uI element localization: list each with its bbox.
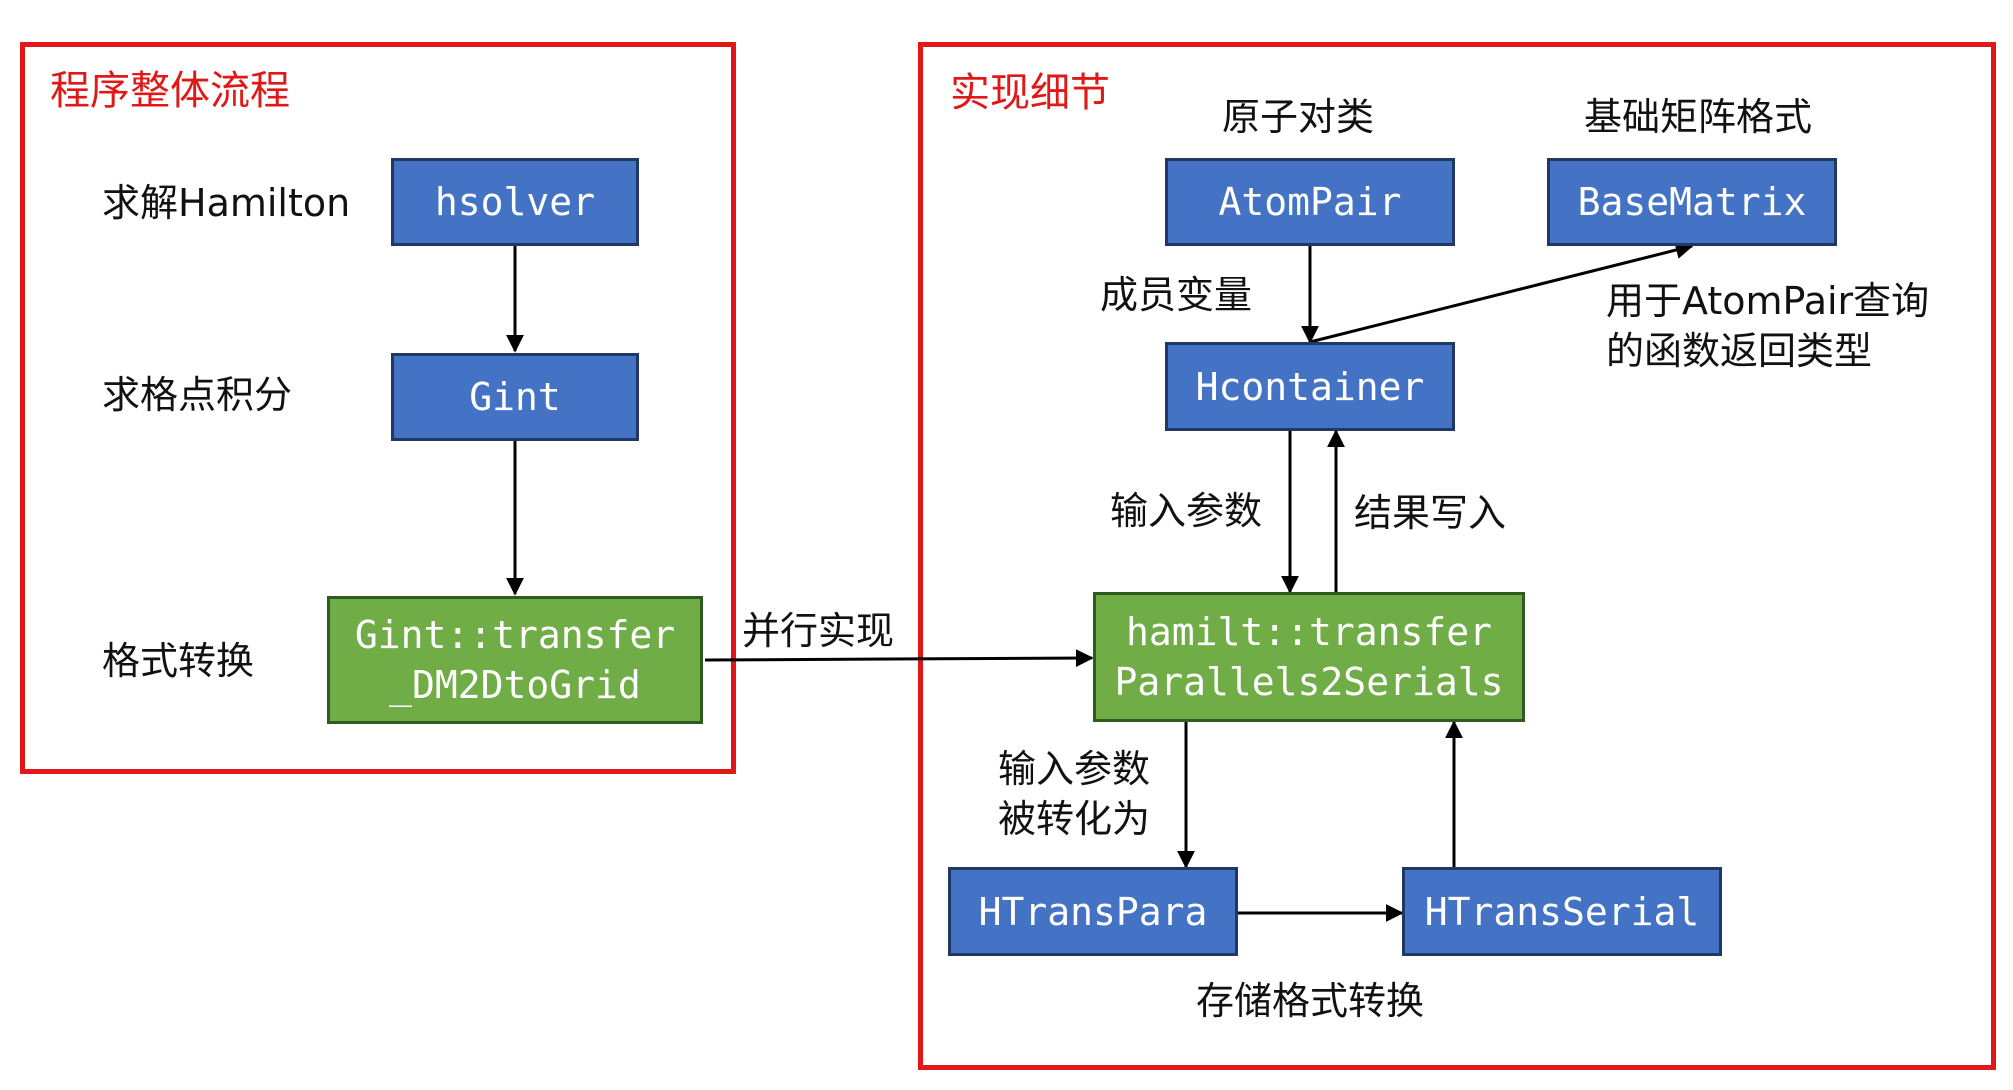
label-solve-hamilton: 求解Hamilton bbox=[102, 181, 351, 225]
node-hsolver: hsolver bbox=[391, 158, 639, 246]
label-input-converted: 输入参数 被转化为 bbox=[998, 747, 1151, 841]
label-basematrix-usage: 用于AtomPair查询 的函数返回类型 bbox=[1606, 279, 1930, 373]
node-htranspara: HTransPara bbox=[948, 867, 1238, 956]
label-grid-integration: 求格点积分 bbox=[102, 373, 293, 417]
edge-gint-transfer-to-hamilt-transfer bbox=[704, 649, 1094, 668]
label-member-variable: 成员变量 bbox=[1100, 273, 1253, 317]
node-hcontainer: Hcontainer bbox=[1165, 342, 1455, 431]
node-atompair: AtomPair bbox=[1165, 158, 1455, 246]
header-base-matrix-format: 基础矩阵格式 bbox=[1584, 95, 1813, 139]
node-gint-transfer-dm2dtogrid: Gint::transfer _DM2DtoGrid bbox=[327, 596, 703, 724]
diagram-canvas: 程序整体流程 实现细节 求解Hamilton 求格点积分 格式转换 hsolve… bbox=[0, 0, 2013, 1090]
label-format-conversion: 格式转换 bbox=[102, 639, 255, 683]
node-gint: Gint bbox=[391, 353, 639, 441]
label-result-write: 结果写入 bbox=[1354, 491, 1507, 535]
node-basematrix: BaseMatrix bbox=[1547, 158, 1837, 246]
label-input-parameters: 输入参数 bbox=[1110, 489, 1263, 533]
header-atom-pair-class: 原子对类 bbox=[1222, 95, 1375, 139]
label-storage-format-conversion: 存储格式转换 bbox=[1196, 979, 1425, 1023]
label-parallel-implementation: 并行实现 bbox=[742, 609, 895, 653]
node-htransserial: HTransSerial bbox=[1402, 867, 1722, 956]
node-hamilt-transfer: hamilt::transfer Parallels2Serials bbox=[1093, 592, 1525, 722]
